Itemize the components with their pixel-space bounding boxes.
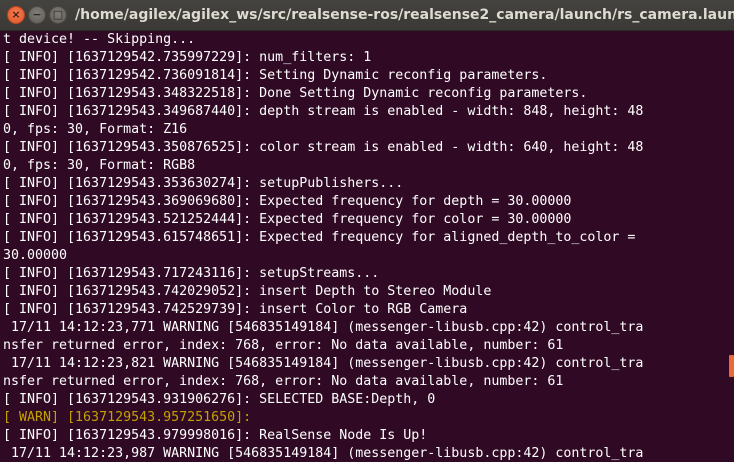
- log-line: 17/11 14:12:23,771 WARNING [546835149184…: [3, 320, 644, 335]
- log-line: [ INFO] [1637129542.736091814]: Setting …: [3, 68, 548, 83]
- log-line: 17/11 14:12:23,987 WARNING [546835149184…: [3, 446, 644, 461]
- log-line: [ INFO] [1637129543.369069680]: Expected…: [3, 194, 572, 209]
- close-icon: ×: [11, 8, 21, 21]
- log-line: 0, fps: 30, Format: RGB8: [3, 158, 196, 173]
- close-button[interactable]: ×: [7, 6, 25, 24]
- log-line: [ INFO] [1637129543.979998016]: RealSens…: [3, 428, 428, 443]
- log-line: [ INFO] [1637129543.349687440]: depth st…: [3, 104, 644, 119]
- log-line-warn: [ WARN] [1637129543.957251650]:: [3, 410, 252, 425]
- title-bar[interactable]: × − □ /home/agilex/agilex_ws/src/realsen…: [0, 0, 734, 31]
- log-line: [ INFO] [1637129543.348322518]: Done Set…: [3, 86, 588, 101]
- maximize-icon: □: [52, 8, 64, 21]
- log-line: 17/11 14:12:23,821 WARNING [546835149184…: [3, 356, 644, 371]
- window-title: /home/agilex/agilex_ws/src/realsense-ros…: [75, 7, 734, 23]
- log-line: [ INFO] [1637129543.742529739]: insert C…: [3, 302, 468, 317]
- scrollbar-thumb[interactable]: [729, 355, 734, 377]
- log-line: [ INFO] [1637129543.717243116]: setupStr…: [3, 266, 380, 281]
- maximize-button[interactable]: □: [49, 6, 67, 24]
- minimize-icon: −: [32, 8, 42, 21]
- log-line: 30.00000: [3, 248, 68, 263]
- log-line: [ INFO] [1637129543.742029052]: insert D…: [3, 284, 492, 299]
- log-line: [ INFO] [1637129542.735997229]: num_filt…: [3, 50, 372, 65]
- log-line: [ INFO] [1637129543.931906276]: SELECTED…: [3, 392, 436, 407]
- log-line: [ INFO] [1637129543.350876525]: color st…: [3, 140, 644, 155]
- log-line: [ INFO] [1637129543.521252444]: Expected…: [3, 212, 572, 227]
- minimize-button[interactable]: −: [28, 6, 46, 24]
- log-line: [ INFO] [1637129543.615748651]: Expected…: [3, 230, 636, 245]
- log-line: [ INFO] [1637129543.353630274]: setupPub…: [3, 176, 404, 191]
- log-line: t device! -- Skipping...: [3, 32, 196, 47]
- terminal-window: × − □ /home/agilex/agilex_ws/src/realsen…: [0, 0, 734, 462]
- log-line: nsfer returned error, index: 768, error:…: [3, 338, 564, 353]
- log-line: 0, fps: 30, Format: Z16: [3, 122, 188, 137]
- log-line: nsfer returned error, index: 768, error:…: [3, 374, 564, 389]
- terminal-output[interactable]: t device! -- Skipping... [ INFO] [1637129…: [0, 31, 727, 462]
- scrollbar[interactable]: [727, 31, 734, 462]
